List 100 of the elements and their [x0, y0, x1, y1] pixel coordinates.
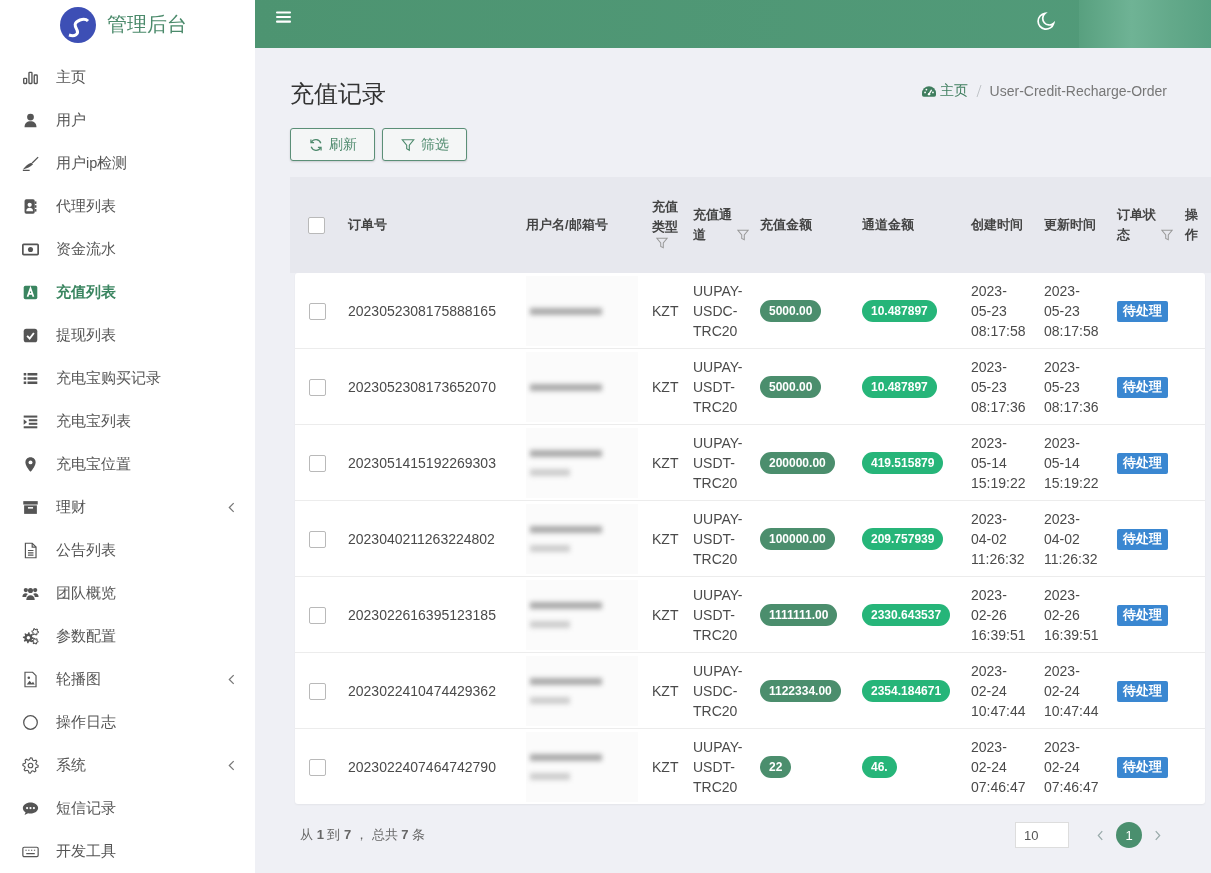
refresh-button[interactable]: 刷新 [290, 128, 375, 161]
sidebar-item[interactable]: 充值列表 [0, 271, 255, 314]
updated-time: 2023-02-26 16:39:51 [1044, 586, 1100, 645]
channel-amount-badge: 209.757939 [862, 528, 944, 550]
sidebar-item[interactable]: 短信记录 [0, 787, 255, 830]
created-time: 2023-02-24 10:47:44 [971, 662, 1027, 721]
page-size-select[interactable]: 10 [1015, 822, 1069, 848]
list-icon [22, 370, 39, 387]
sidebar-item[interactable]: 团队概览 [0, 572, 255, 615]
row-checkbox[interactable] [309, 302, 326, 320]
sidebar-item[interactable]: 充电宝位置 [0, 443, 255, 486]
breadcrumb-current: User-Credit-Recharge-Order [989, 83, 1167, 99]
sidebar-item[interactable]: 理财 [0, 486, 255, 529]
select-all-checkbox[interactable] [308, 216, 325, 234]
recharge-type: KZT [652, 378, 679, 397]
updated-time: 2023-05-14 15:19:22 [1044, 434, 1100, 493]
created-time: 2023-02-26 16:39:51 [971, 586, 1027, 645]
banknote-icon [22, 241, 39, 258]
amount-badge: 100000.00 [760, 528, 835, 550]
amount-badge: 1122334.00 [760, 680, 841, 702]
page-button[interactable]: 1 [1116, 822, 1142, 848]
document-icon [22, 542, 39, 559]
amount-badge: 5000.00 [760, 300, 822, 322]
row-checkbox[interactable] [309, 758, 326, 776]
refresh-icon [308, 137, 323, 152]
amount-badge: 1111111.00 [760, 604, 838, 626]
chevron-left-icon[interactable] [1097, 829, 1104, 841]
chevron-right-icon[interactable] [1154, 829, 1161, 841]
status-badge: 待处理 [1117, 680, 1168, 702]
order-number: 2023052308175888165 [348, 302, 496, 321]
channel-amount-badge: 2330.643537 [862, 604, 951, 626]
sidebar-item[interactable]: 操作日志 [0, 701, 255, 744]
row-checkbox[interactable] [309, 606, 326, 624]
order-number: 2023051415192269303 [348, 454, 496, 473]
recharge-type: KZT [652, 606, 679, 625]
created-time: 2023-05-23 08:17:58 [971, 282, 1027, 341]
moon-icon[interactable] [1036, 12, 1055, 31]
app-title: 管理后台 [107, 12, 187, 37]
channel-amount-badge: 10.487897 [862, 300, 937, 322]
channel-amount-badge: 10.487897 [862, 376, 937, 398]
order-number: 2023022410474429362 [348, 682, 496, 701]
column-header: 通道金额 [862, 216, 914, 234]
column-header: 操作 [1185, 206, 1199, 244]
recharge-channel: UUPAY-USDT-TRC20 [693, 434, 744, 493]
recharge-channel: UUPAY-USDT-TRC20 [693, 358, 744, 417]
sidebar-item[interactable]: 充电宝列表 [0, 400, 255, 443]
amount-badge: 5000.00 [760, 376, 822, 398]
letter-tile-icon [22, 284, 39, 301]
row-checkbox[interactable] [309, 530, 326, 548]
recharge-channel: UUPAY-USDT-TRC20 [693, 738, 744, 797]
sidebar-item[interactable]: 用户 [0, 99, 255, 142]
menu-icon[interactable] [276, 11, 291, 23]
settings-icon [22, 757, 39, 774]
column-header: 充值类型 [652, 198, 679, 236]
updated-time: 2023-04-02 11:26:32 [1044, 510, 1099, 569]
filter-button[interactable]: 筛选 [382, 128, 467, 161]
filter-icon[interactable] [656, 237, 668, 249]
row-checkbox[interactable] [309, 682, 326, 700]
sidebar-item[interactable]: 代理列表 [0, 185, 255, 228]
users-icon [22, 585, 39, 602]
sidebar-item[interactable]: 提现列表 [0, 314, 255, 357]
order-number: 2023022407464742790 [348, 758, 496, 777]
updated-time: 2023-02-24 07:46:47 [1044, 738, 1100, 797]
order-number: 2023022616395123185 [348, 606, 496, 625]
sidebar-item[interactable]: 参数配置 [0, 615, 255, 658]
row-checkbox[interactable] [309, 454, 326, 472]
sidebar-item[interactable]: 公告列表 [0, 529, 255, 572]
map-pin-icon [22, 456, 39, 473]
recharge-type: KZT [652, 682, 679, 701]
recharge-type: KZT [652, 302, 679, 321]
sidebar-item[interactable]: 充电宝购买记录 [0, 357, 255, 400]
status-badge: 待处理 [1117, 376, 1168, 398]
gears-icon [22, 628, 39, 645]
archive-box-icon [22, 499, 39, 516]
sidebar-item[interactable]: 主页 [0, 56, 255, 99]
sidebar-item[interactable]: 轮播图 [0, 658, 255, 701]
recharge-type: KZT [652, 454, 679, 473]
sidebar-item[interactable]: 资金流水 [0, 228, 255, 271]
sidebar-item[interactable]: 用户ip检测 [0, 142, 255, 185]
logo-icon [60, 6, 96, 43]
quill-icon [22, 155, 39, 172]
recharge-channel: UUPAY-USDT-TRC20 [693, 510, 744, 569]
created-time: 2023-04-02 11:26:32 [971, 510, 1026, 569]
created-time: 2023-05-14 15:19:22 [971, 434, 1027, 493]
channel-amount-badge: 2354.184671 [862, 680, 951, 702]
status-badge: 待处理 [1117, 756, 1168, 778]
created-time: 2023-05-23 08:17:36 [971, 358, 1027, 417]
status-badge: 待处理 [1117, 604, 1168, 626]
filter-icon [400, 137, 415, 152]
filter-icon[interactable] [737, 229, 749, 241]
indent-list-icon [22, 413, 39, 430]
sidebar-item[interactable]: 开发工具 [0, 830, 255, 873]
status-badge: 待处理 [1117, 452, 1168, 474]
row-checkbox[interactable] [309, 378, 326, 396]
chat-bubble-icon [22, 800, 39, 817]
filter-icon[interactable] [1161, 229, 1173, 241]
breadcrumb-link[interactable]: 主页 [921, 82, 968, 100]
recharge-channel: UUPAY-USDC-TRC20 [693, 282, 744, 341]
status-badge: 待处理 [1117, 300, 1168, 322]
sidebar-item[interactable]: 系统 [0, 744, 255, 787]
